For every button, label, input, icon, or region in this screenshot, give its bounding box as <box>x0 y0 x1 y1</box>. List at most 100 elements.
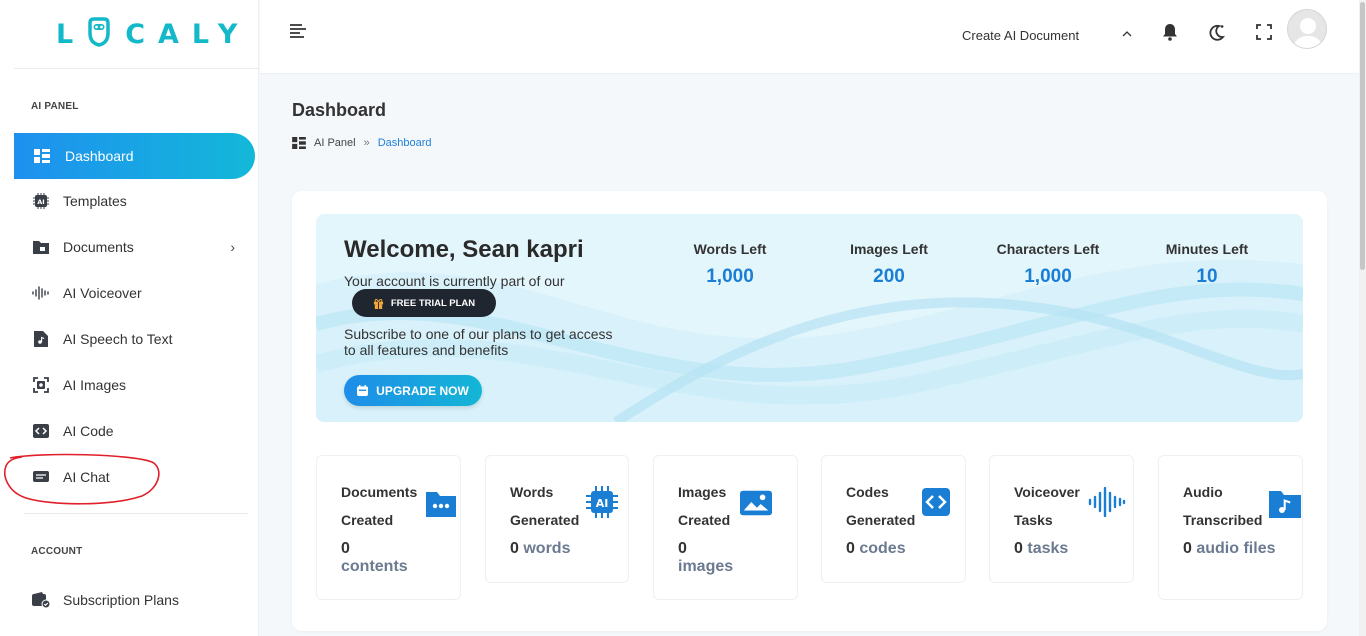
quota-images-left: Images Left 200 <box>819 241 959 288</box>
sound-wave-icon <box>1088 486 1126 518</box>
code-icon <box>920 486 952 518</box>
stat-value: 0 contents <box>341 540 408 575</box>
gift-icon <box>373 298 384 309</box>
page-title: Dashboard <box>292 100 387 120</box>
moon-icon[interactable] <box>1207 22 1227 42</box>
sidebar-item-templates[interactable]: AI Templates <box>14 178 255 224</box>
svg-text:AI: AI <box>596 497 609 510</box>
logo-divider <box>14 68 259 69</box>
scrollbar-thumb[interactable] <box>1360 2 1365 270</box>
plan-badge: FREE TRIAL PLAN <box>352 289 496 317</box>
quota-minutes-left: Minutes Left 10 <box>1137 241 1277 288</box>
quota-value: 1,000 <box>1024 266 1072 287</box>
dashboard-grid-icon <box>292 137 306 149</box>
sidebar-item-label: Subscription Plans <box>63 592 179 608</box>
quota-characters-left: Characters Left 1,000 <box>978 241 1118 288</box>
stat-card-codes: Codes Generated 0 codes <box>821 455 966 583</box>
quota-words-left: Words Left 1,000 <box>660 241 800 288</box>
quota-label: Minutes Left <box>1165 241 1249 257</box>
create-ai-document-button[interactable]: Create AI Document <box>962 28 1079 43</box>
sidebar-item-subscription-plans[interactable]: Subscription Plans <box>14 577 255 623</box>
stat-value: 0 words <box>510 540 571 557</box>
stat-label: Images Created <box>678 484 731 528</box>
robot-logo-icon <box>87 16 111 52</box>
logo-text-right: CALY <box>125 18 251 50</box>
stat-label: Documents Created <box>341 484 418 528</box>
music-file-icon <box>1269 487 1301 519</box>
hamburger-menu-icon[interactable] <box>290 24 308 40</box>
breadcrumb-separator: » <box>363 137 370 149</box>
sidebar-divider <box>24 513 248 514</box>
breadcrumb: AI Panel » Dashboard <box>292 137 432 149</box>
stat-label: Audio Transcribed <box>1183 484 1263 528</box>
stat-card-voiceover: Voiceover Tasks 0 tasks <box>989 455 1134 583</box>
section-label-account: ACCOUNT <box>31 546 83 557</box>
sidebar-item-ai-chat[interactable]: AI Chat <box>14 454 255 500</box>
avatar[interactable] <box>1287 9 1327 49</box>
welcome-banner: Welcome, Sean kapri Your account is curr… <box>316 214 1303 422</box>
ai-chip-icon: AI <box>586 486 618 518</box>
folder-dots-icon <box>425 487 457 519</box>
stat-label: Words Generated <box>510 484 580 528</box>
app-logo[interactable]: L CALY <box>56 16 251 52</box>
quota-label: Characters Left <box>996 241 1100 257</box>
stat-card-images: Images Created 0 images <box>653 455 798 600</box>
sidebar: L CALY AI PANEL Dashboard AI Templates D… <box>0 0 259 636</box>
quota-label: Images Left <box>850 241 928 257</box>
stat-value: 0 audio files <box>1183 540 1276 557</box>
quota-value: 200 <box>873 266 905 287</box>
sidebar-item-ai-speech-to-text[interactable]: AI Speech to Text <box>14 316 255 362</box>
sidebar-item-label: Templates <box>63 193 127 209</box>
chevron-up-icon[interactable] <box>1120 27 1134 41</box>
quota-label: Words Left <box>693 241 767 257</box>
sidebar-item-label: AI Images <box>63 377 127 393</box>
fullscreen-icon[interactable] <box>1254 22 1274 42</box>
sound-wave-icon <box>32 284 50 302</box>
ai-chip-icon: AI <box>32 192 50 210</box>
sidebar-item-label: AI Speech to Text <box>63 331 173 347</box>
subscribe-text: Subscribe to one of our plans to get acc… <box>344 326 613 358</box>
sidebar-item-ai-code[interactable]: AI Code <box>14 408 255 454</box>
top-bar: Create AI Document <box>260 0 1360 74</box>
sidebar-item-ai-images[interactable]: AI Images <box>14 362 255 408</box>
quota-value: 10 <box>1196 266 1218 287</box>
bell-icon[interactable] <box>1160 22 1180 42</box>
sidebar-item-label: Dashboard <box>65 148 134 164</box>
music-file-icon <box>32 330 50 348</box>
section-label-ai-panel: AI PANEL <box>31 101 79 112</box>
quota-value: 1,000 <box>706 266 754 287</box>
folder-icon <box>32 238 50 256</box>
code-icon <box>32 422 50 440</box>
logo-text-left: L <box>56 18 74 50</box>
sidebar-item-documents[interactable]: Documents › <box>14 224 255 270</box>
sidebar-item-label: AI Chat <box>63 469 110 485</box>
svg-text:AI: AI <box>37 198 44 206</box>
plan-badge-label: FREE TRIAL PLAN <box>390 297 476 309</box>
scrollbar[interactable] <box>1359 0 1366 636</box>
breadcrumb-root-link[interactable]: AI Panel <box>314 137 356 149</box>
stat-card-words: Words Generated AI 0 words <box>485 455 629 583</box>
breadcrumb-current[interactable]: Dashboard <box>378 137 432 149</box>
calendar-icon <box>357 385 369 396</box>
sidebar-item-ai-voiceover[interactable]: AI Voiceover <box>14 270 255 316</box>
stat-label: Voiceover Tasks <box>1014 484 1080 528</box>
sidebar-item-label: Documents <box>63 239 134 255</box>
welcome-heading: Welcome, Sean kapri <box>344 236 584 263</box>
sidebar-item-dashboard[interactable]: Dashboard <box>14 133 255 179</box>
image-scan-icon <box>32 376 50 394</box>
wallet-check-icon <box>32 591 50 609</box>
stat-card-audio: Audio Transcribed 0 audio files <box>1158 455 1303 600</box>
stat-value: 0 tasks <box>1014 540 1069 557</box>
stat-label: Codes Generated <box>846 484 916 528</box>
stat-value: 0 images <box>678 540 734 575</box>
sidebar-item-label: AI Code <box>63 423 114 439</box>
sidebar-item-label: AI Voiceover <box>63 285 142 301</box>
stat-value: 0 codes <box>846 540 906 557</box>
image-icon <box>740 487 772 519</box>
dashboard-grid-icon <box>33 147 51 165</box>
stat-card-documents: Documents Created 0 contents <box>316 455 461 600</box>
chevron-right-icon: › <box>230 239 235 255</box>
upgrade-now-label: UPGRADE NOW <box>376 383 469 398</box>
upgrade-now-button[interactable]: UPGRADE NOW <box>344 375 482 406</box>
chat-box-icon <box>32 468 50 486</box>
